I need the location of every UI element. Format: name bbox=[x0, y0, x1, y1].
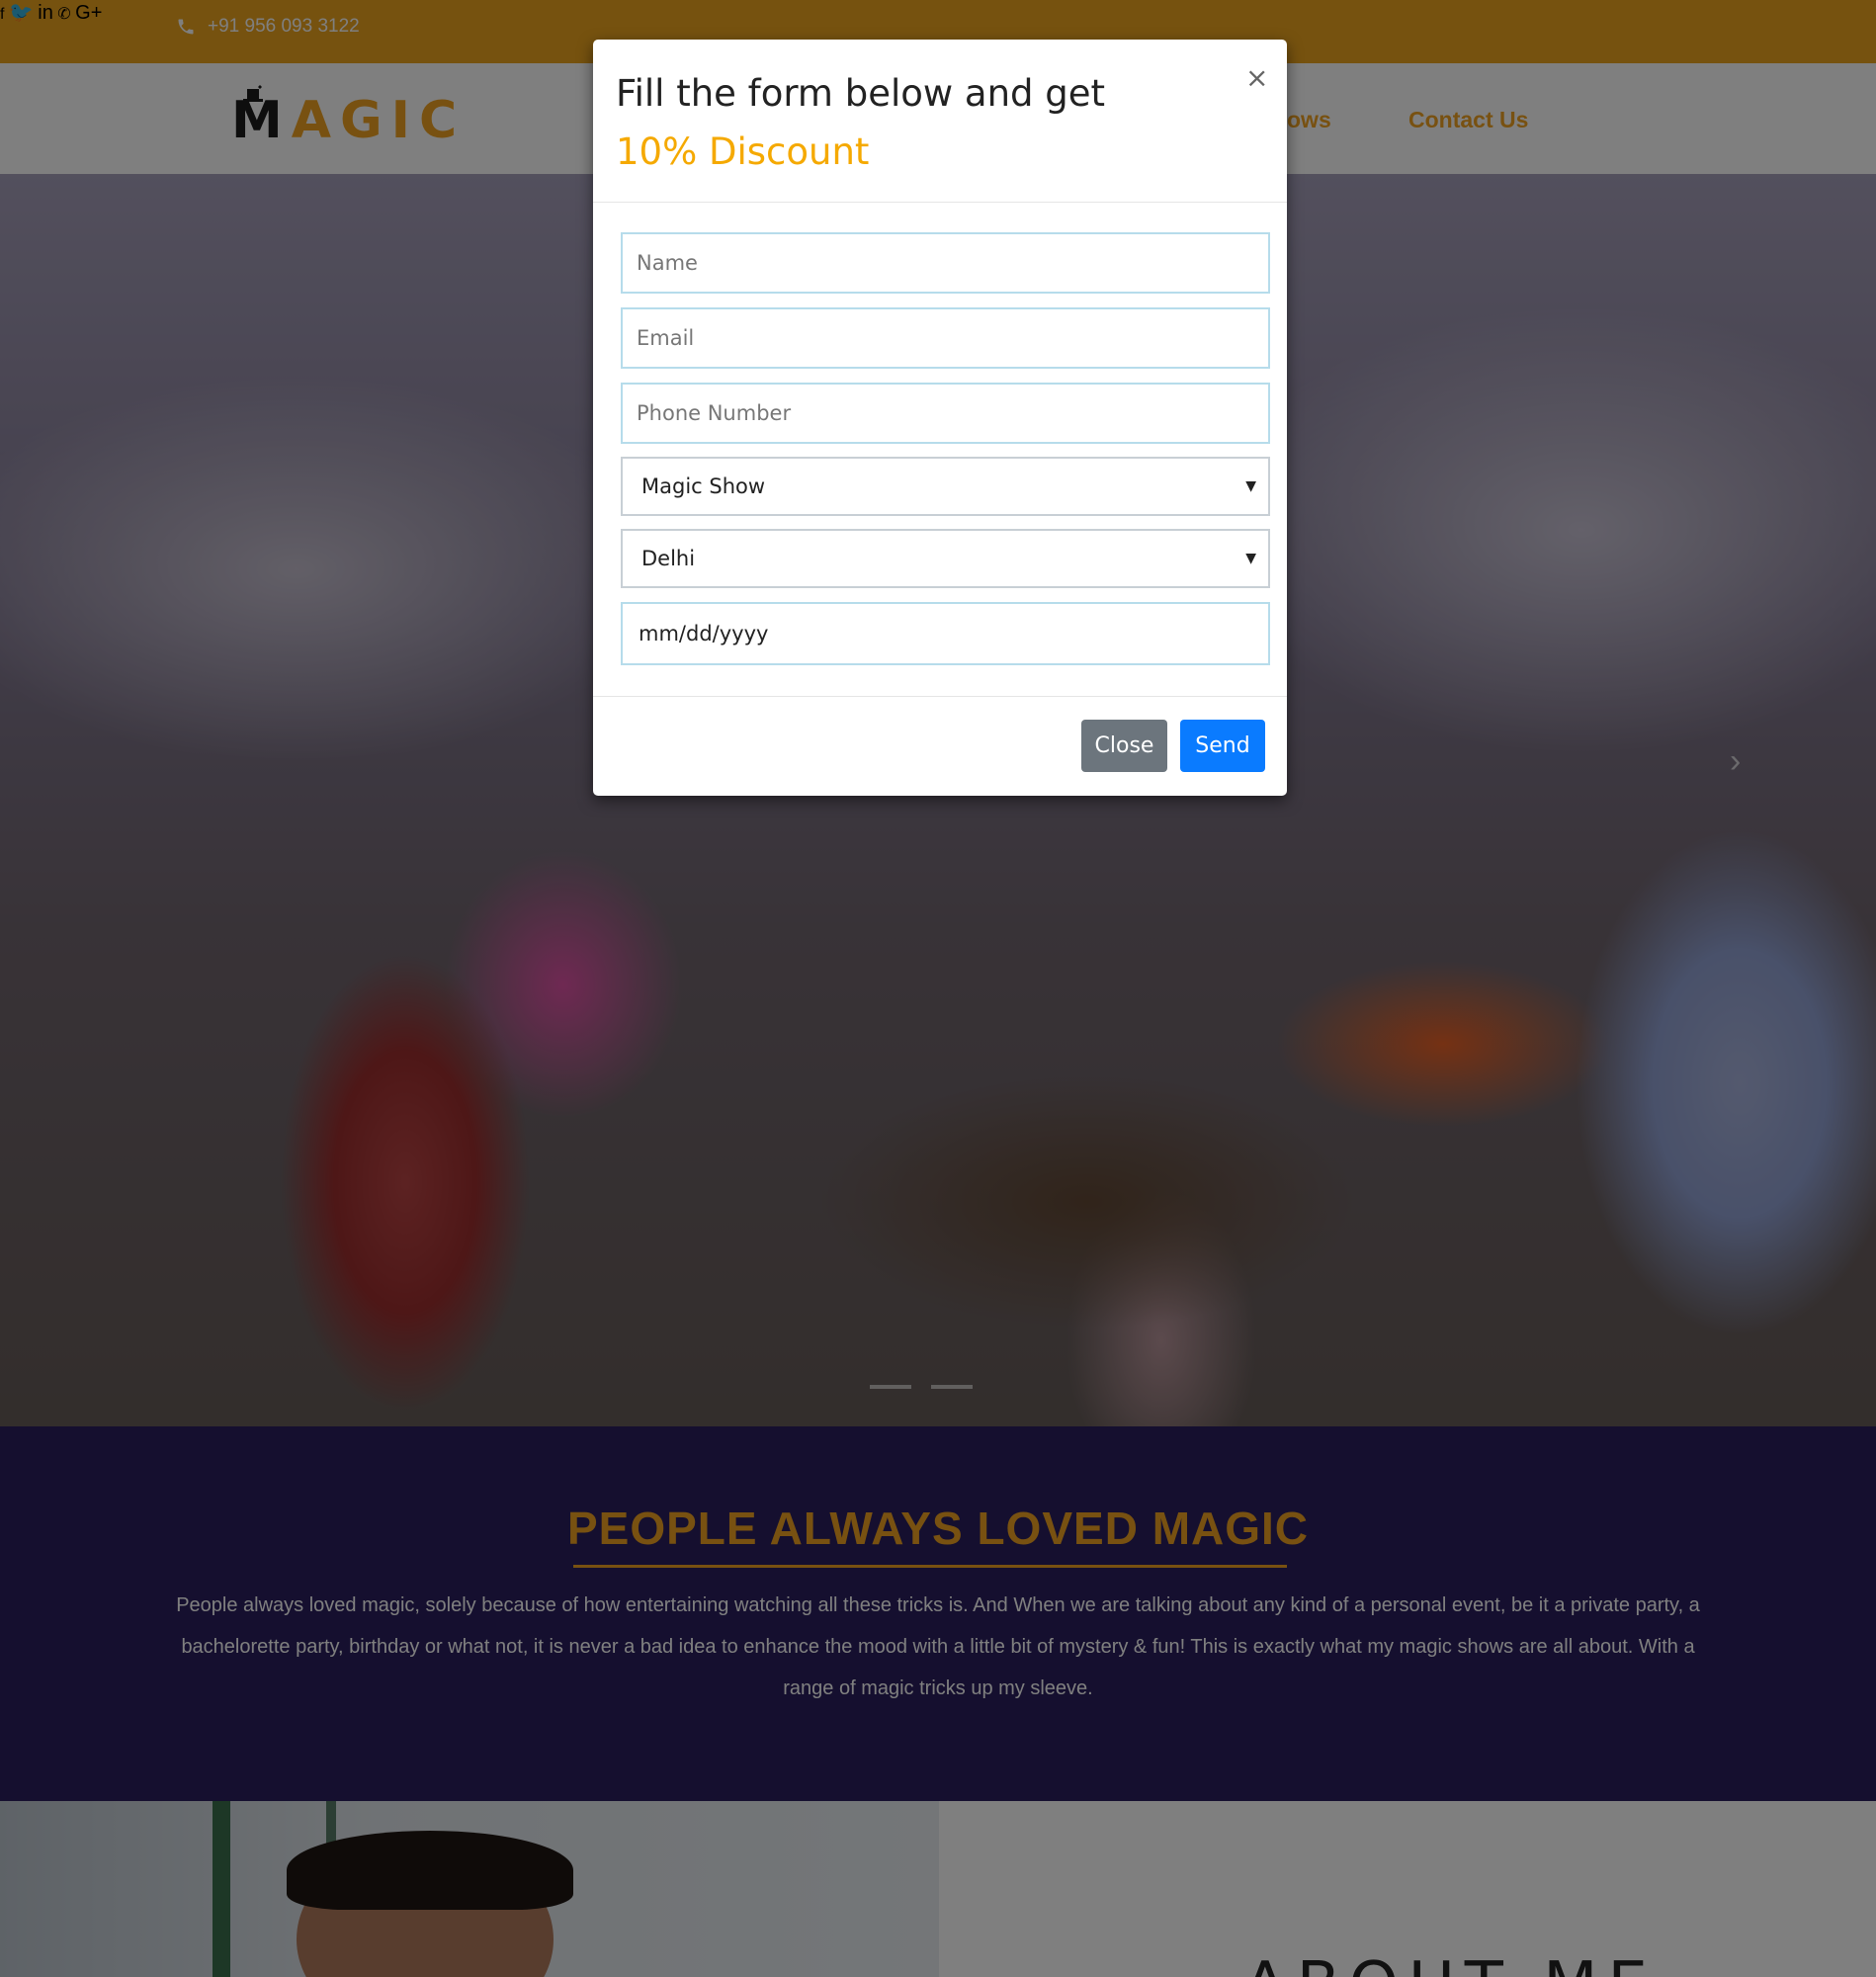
phone-placeholder: Phone Number bbox=[637, 401, 792, 425]
discount-modal: Fill the form below and get 10% Discount… bbox=[593, 40, 1287, 796]
modal-footer-divider bbox=[593, 696, 1287, 697]
modal-title: Fill the form below and get 10% Discount bbox=[616, 64, 1169, 181]
name-input[interactable]: Name bbox=[621, 232, 1270, 294]
chevron-down-icon: ▼ bbox=[1245, 478, 1256, 494]
send-button[interactable]: Send bbox=[1180, 720, 1265, 772]
modal-title-highlight: 10% Discount bbox=[616, 130, 870, 173]
phone-input[interactable]: Phone Number bbox=[621, 383, 1270, 444]
date-input[interactable]: mm/dd/yyyy bbox=[621, 602, 1270, 665]
email-input[interactable]: Email bbox=[621, 307, 1270, 369]
chevron-down-icon: ▼ bbox=[1245, 551, 1256, 566]
service-selected-value: Magic Show bbox=[641, 474, 766, 498]
email-placeholder: Email bbox=[637, 326, 695, 350]
modal-title-text: Fill the form below and get bbox=[616, 72, 1106, 115]
close-icon[interactable]: × bbox=[1245, 61, 1268, 94]
name-placeholder: Name bbox=[637, 251, 698, 275]
modal-header-divider bbox=[593, 202, 1287, 203]
date-placeholder: mm/dd/yyyy bbox=[639, 622, 769, 645]
close-button[interactable]: Close bbox=[1081, 720, 1167, 772]
city-selected-value: Delhi bbox=[641, 547, 696, 570]
service-select[interactable]: Magic Show ▼ bbox=[621, 457, 1270, 516]
city-select[interactable]: Delhi ▼ bbox=[621, 529, 1270, 588]
